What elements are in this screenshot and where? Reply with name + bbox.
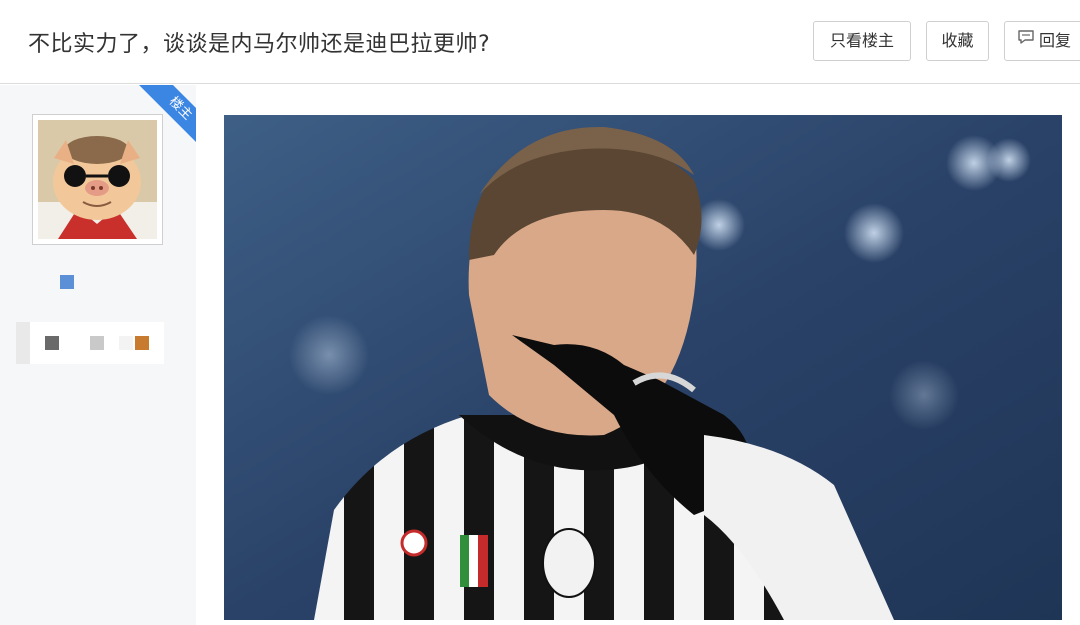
thread-header: 不比实力了，谈谈是内马尔帅还是迪巴拉更帅? 只看楼主 收藏 回复	[0, 0, 1080, 84]
medal-icon	[135, 336, 149, 350]
thread-title: 不比实力了，谈谈是内马尔帅还是迪巴拉更帅?	[28, 32, 491, 57]
medal-icon	[90, 336, 104, 350]
medal-icon	[45, 336, 59, 350]
player-photo	[224, 115, 1062, 620]
avatar[interactable]	[32, 114, 163, 245]
post-image[interactable]	[224, 115, 1062, 620]
medal-icon	[119, 336, 133, 350]
meta-divider	[16, 322, 30, 364]
reply-label: 回复	[1039, 31, 1072, 50]
reply-button[interactable]: 回复	[1004, 21, 1080, 61]
only-op-button[interactable]: 只看楼主	[813, 21, 911, 61]
favorite-button[interactable]: 收藏	[926, 21, 989, 61]
level-badge	[60, 275, 74, 289]
pig-avatar-icon	[38, 120, 157, 239]
comment-icon	[1017, 21, 1035, 59]
